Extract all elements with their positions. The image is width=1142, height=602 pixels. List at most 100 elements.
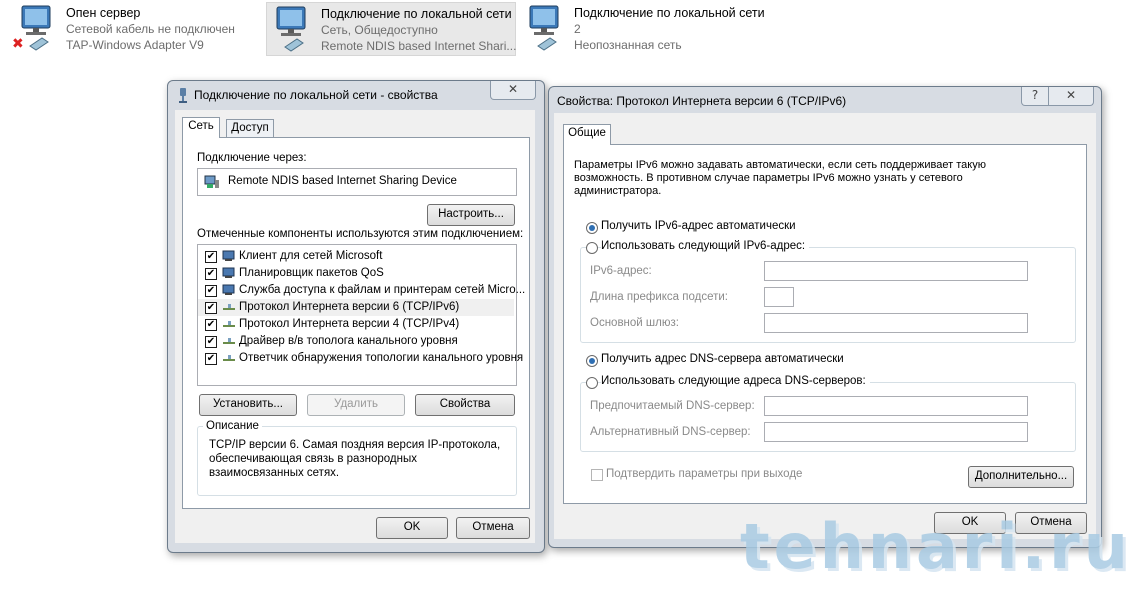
component-checkbox[interactable]: ✔ [205,336,217,348]
network-adapter-icon [177,88,189,103]
tab-page-general: Параметры IPv6 можно задавать автоматиче… [563,144,1087,504]
protocol-icon [222,301,236,313]
tab-label: Сеть [188,120,214,132]
description-text: TCP/IP версии 6. Самая поздняя версия IP… [209,439,501,479]
remove-button[interactable]: Удалить [307,394,405,416]
ipv6-address-label: IPv6-адрес: [590,265,652,277]
install-button[interactable]: Установить... [199,394,297,416]
connect-via-label: Подключение через: [197,152,307,164]
component-row[interactable]: ✔ Драйвер в/в тополога канального уровня [198,333,514,350]
component-checkbox[interactable]: ✔ [205,353,217,365]
dialog-title: Подключение по локальной сети - свойства [194,88,438,102]
validate-checkbox[interactable] [591,469,603,481]
button-label: Свойства [439,398,491,410]
radio-auto-dns-label: Получить адрес DNS-сервера автоматически [601,353,844,365]
file-sharing-icon [222,284,236,296]
button-label: Дополнительно... [974,470,1068,482]
tab-network[interactable]: Сеть [182,117,220,138]
connection-item[interactable]: ✖ Опен сервер Сетевой кабель не подключен T… [12,2,252,54]
network-client-icon [222,250,236,262]
default-gateway-label: Основной шлюз: [590,317,679,329]
close-icon: ✕ [1065,88,1077,102]
component-label: Протокол Интернета версии 6 (TCP/IPv6) [239,301,460,313]
close-button[interactable]: ✕ [1048,87,1094,106]
help-icon: ? [1031,88,1039,102]
close-button[interactable]: ✕ [490,81,536,100]
error-x-icon: ✖ [12,36,24,52]
connection-device: TAP-Windows Adapter V9 [66,38,204,52]
component-checkbox[interactable]: ✔ [205,319,217,331]
component-row[interactable]: ✔ Ответчик обнаружения топологии канально… [198,350,523,367]
component-label: Протокол Интернета версии 4 (TCP/IPv4) [239,318,460,330]
connection-device: Remote NDIS based Internet Shari... [321,39,517,53]
connection-status: 2 [574,22,581,36]
help-button[interactable]: ? [1021,87,1049,106]
component-label: Планировщик пакетов QoS [239,267,384,279]
component-row[interactable]: ✔ Протокол Интернета версии 6 (TCP/IPv6) [198,299,514,316]
component-row[interactable]: ✔ Служба доступа к файлам и принтерам сет… [198,282,525,299]
radio-manual-ipv6[interactable] [586,242,598,254]
connection-name: Подключение по локальной сети [574,6,765,20]
tab-label: Общие [568,127,606,139]
site-watermark: tehnari.ru [740,510,1132,583]
component-checkbox[interactable]: ✔ [205,251,217,263]
cancel-button[interactable]: Отмена [456,517,530,539]
component-row[interactable]: ✔ Планировщик пакетов QoS [198,265,514,282]
connection-item[interactable]: Подключение по локальной сети 2 Неопознанн… [520,2,770,54]
connection-name: Опен сервер [66,6,141,20]
alternate-dns-label: Альтернативный DNS-сервер: [590,426,751,438]
components-label: Отмеченные компоненты используются этим … [197,228,524,240]
preferred-dns-input[interactable] [764,396,1028,416]
dialog-title: Свойства: Протокол Интернета версии 6 (T… [557,94,847,108]
connection-item[interactable]: Подключение по локальной сети Сеть, Общед… [266,2,516,56]
properties-button[interactable]: Свойства [415,394,515,416]
connection-properties-dialog: Подключение по локальной сети - свойства… [167,80,545,553]
description-title: Описание [203,420,262,432]
connection-device: Неопознанная сеть [574,38,682,52]
default-gateway-input[interactable] [764,313,1028,333]
scheduler-icon [222,267,236,279]
protocol-icon [222,335,236,347]
radio-auto-ipv6[interactable] [586,222,598,234]
configure-button[interactable]: Настроить... [427,204,515,226]
ok-button[interactable]: OK [376,517,448,539]
button-label: Настроить... [438,208,504,220]
components-list[interactable]: ✔ Клиент для сетей Microsoft ✔ Планировщик … [197,244,525,386]
button-label: Установить... [213,398,283,410]
component-checkbox[interactable]: ✔ [205,268,217,280]
protocol-icon [222,318,236,330]
advanced-button[interactable]: Дополнительно... [968,466,1074,488]
radio-auto-dns[interactable] [586,355,598,367]
button-label: Удалить [334,398,378,410]
radio-manual-dns[interactable] [586,377,598,389]
component-label: Драйвер в/в тополога канального уровня [239,335,458,347]
close-icon: ✕ [507,82,519,96]
prefix-length-input[interactable] [764,287,794,307]
protocol-icon [222,352,236,364]
button-label: Отмена [472,521,514,533]
component-row[interactable]: ✔ Протокол Интернета версии 4 (TCP/IPv4) [198,316,514,333]
ipv6-properties-dialog: Свойства: Протокол Интернета версии 6 (T… [548,86,1102,548]
intro-text: Параметры IPv6 можно задавать автоматиче… [574,159,986,197]
connection-status: Сетевой кабель не подключен [66,22,235,36]
connection-status: Сеть, Общедоступно [321,23,438,37]
network-connection-icon [522,4,566,52]
radio-manual-ipv6-label: Использовать следующий IPv6-адрес: [601,240,810,252]
component-checkbox[interactable]: ✔ [205,302,217,314]
tab-general[interactable]: Общие [563,124,611,145]
alternate-dns-input[interactable] [764,422,1028,442]
preferred-dns-label: Предпочитаемый DNS-сервер: [590,400,755,412]
radio-manual-dns-label: Использовать следующие адреса DNS-сервер… [601,375,870,387]
prefix-length-label: Длина префикса подсети: [590,291,728,303]
component-label: Клиент для сетей Microsoft [239,250,383,262]
connection-name: Подключение по локальной сети [321,7,512,21]
adapter-box: Remote NDIS based Internet Sharing Devic… [197,168,517,196]
ipv6-address-input[interactable] [764,261,1028,281]
radio-auto-ipv6-label: Получить IPv6-адрес автоматически [601,220,796,232]
adapter-name: Remote NDIS based Internet Sharing Devic… [228,175,457,187]
tab-sharing[interactable]: Доступ [226,119,274,138]
component-checkbox[interactable]: ✔ [205,285,217,297]
component-row[interactable]: ✔ Клиент для сетей Microsoft [198,248,514,265]
tab-label: Доступ [231,122,269,134]
component-label: Ответчик обнаружения топологии канальног… [239,352,524,364]
